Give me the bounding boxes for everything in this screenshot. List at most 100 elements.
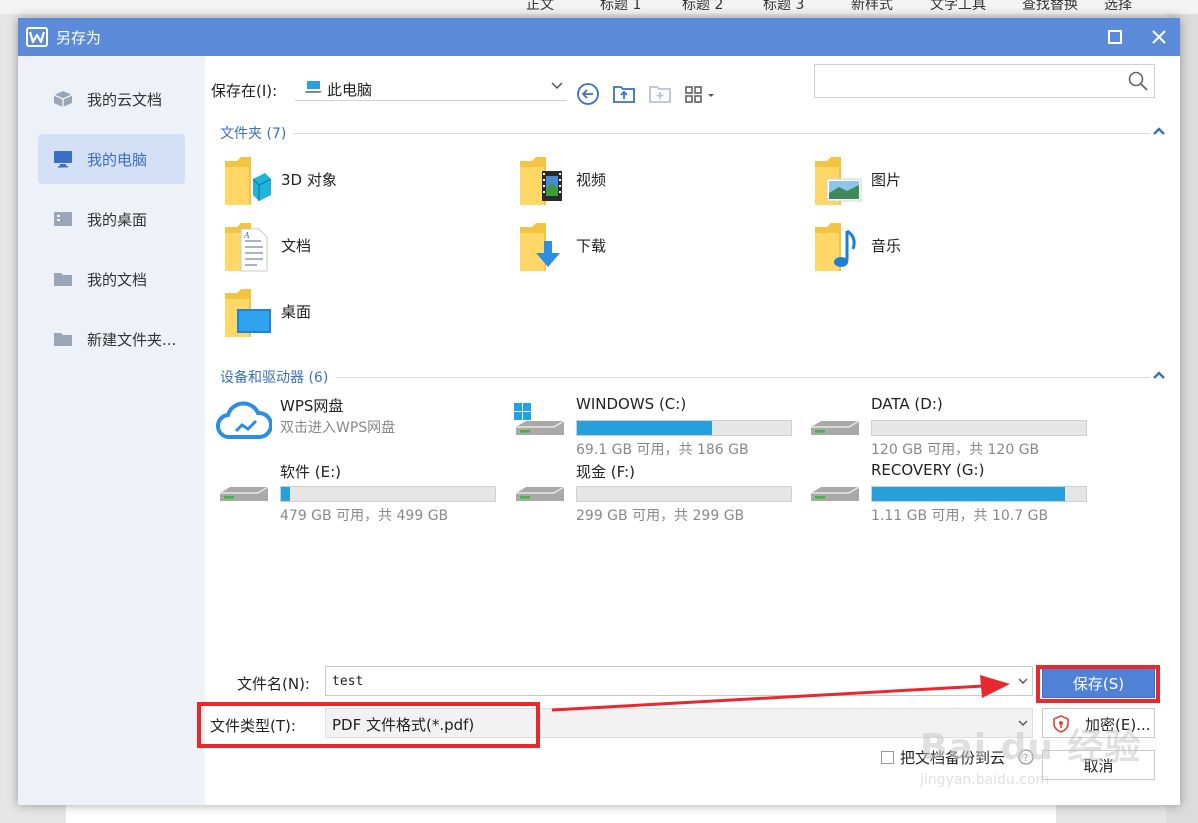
- drives-section-header[interactable]: 设备和驱动器 (6): [220, 367, 1165, 387]
- drive-e[interactable]: 软件 (E:) 479 GB 可用，共 499 GB: [216, 461, 506, 524]
- hard-drive-icon: [811, 420, 860, 435]
- folder-video-icon: [520, 157, 562, 205]
- style-heading-2: 标题 2: [682, 0, 724, 13]
- wps-logo-icon: [26, 27, 48, 47]
- collapse-icon[interactable]: [1152, 369, 1166, 381]
- watermark-logo-text: Bai du 经验: [920, 727, 1142, 768]
- chevron-down-icon: [551, 82, 563, 90]
- collapse-icon[interactable]: [1152, 125, 1166, 137]
- sidebar-item-label: 我的电脑: [87, 151, 148, 169]
- text-tools: 文字工具: [930, 0, 986, 13]
- folder-documents[interactable]: A 文档: [223, 219, 483, 275]
- drive-info: 120 GB 可用，共 120 GB: [871, 442, 1040, 458]
- annotation-filetype-highlight: [197, 702, 540, 748]
- folder-icon: [54, 273, 72, 286]
- folder-name: 桌面: [281, 303, 312, 321]
- new-style: 新样式: [851, 0, 893, 13]
- drive-info: 69.1 GB 可用，共 186 GB: [576, 442, 749, 458]
- sidebar-item-label: 我的云文档: [87, 91, 163, 109]
- save-in-label: 保存在(I):: [211, 82, 278, 100]
- monitor-icon: [54, 151, 72, 168]
- new-folder-icon[interactable]: [648, 82, 672, 106]
- up-folder-icon[interactable]: [612, 82, 636, 106]
- title-bar: 另存为: [18, 18, 1180, 56]
- drive-info: 479 GB 可用，共 499 GB: [280, 508, 449, 524]
- folder-name: 下载: [576, 237, 607, 255]
- cloud-backup-checkbox[interactable]: [881, 751, 894, 764]
- folder-name: 音乐: [871, 237, 902, 255]
- drive-f[interactable]: 现金 (F:) 299 GB 可用，共 299 GB: [512, 461, 802, 524]
- drives-section-title: 设备和驱动器 (6): [220, 367, 337, 387]
- select: 选择: [1104, 0, 1132, 13]
- folder-name: 图片: [871, 171, 902, 189]
- folder-download-icon: [520, 223, 560, 271]
- drive-usage-bar: [871, 486, 1087, 502]
- drive-g[interactable]: RECOVERY (G:) 1.11 GB 可用，共 10.7 GB: [807, 461, 1097, 524]
- save-in-value: 此电脑: [327, 81, 373, 99]
- folder-videos[interactable]: 视频: [518, 153, 778, 209]
- windows-drive-icon: [514, 403, 565, 435]
- drive-info: 1.11 GB 可用，共 10.7 GB: [871, 508, 1049, 524]
- drive-name: RECOVERY (G:): [871, 461, 985, 479]
- wps-cloud-icon: [216, 401, 272, 440]
- sidebar-item-label: 新建文件夹...: [87, 331, 177, 349]
- drive-usage-fill: [577, 421, 712, 435]
- sidebar-item-my-desktop[interactable]: 我的桌面: [38, 194, 185, 244]
- find-replace: 查找替换: [1022, 0, 1078, 13]
- cloud-cube-icon: [53, 91, 73, 107]
- drive-name: 现金 (F:): [576, 463, 635, 481]
- save-in-dropdown[interactable]: 此电脑: [295, 75, 567, 101]
- folder-documents-icon: A: [225, 223, 268, 272]
- folder-music-icon: [815, 223, 856, 271]
- save-as-dialog: 另存为 我的云文档 我的电脑 我的桌面 我的文档 新建文件夹... 保存在(I)…: [18, 18, 1180, 805]
- folder-3d-objects[interactable]: 3D 对象: [223, 153, 483, 209]
- search-icon[interactable]: [1128, 71, 1148, 91]
- annotation-save-highlight: [1036, 665, 1160, 703]
- folder-downloads[interactable]: 下载: [518, 219, 778, 275]
- back-icon[interactable]: [576, 82, 600, 106]
- hard-drive-icon: [811, 486, 860, 501]
- maximize-icon: [1108, 30, 1122, 44]
- divider: [220, 133, 1150, 134]
- view-grid-icon[interactable]: [684, 82, 718, 106]
- drive-usage-bar: [576, 420, 792, 436]
- filename-input[interactable]: [326, 667, 1006, 695]
- sidebar-item-new-folder[interactable]: 新建文件夹...: [38, 314, 185, 364]
- close-button[interactable]: [1144, 23, 1174, 51]
- folder-pictures[interactable]: 图片: [813, 153, 1073, 209]
- svg-text:A: A: [243, 231, 250, 240]
- maximize-button[interactable]: [1100, 23, 1130, 51]
- background-toolbar: 正文 标题 1 标题 2 标题 3 新样式 文字工具 查找替换 选择: [0, 0, 1198, 14]
- close-icon: [1152, 30, 1166, 44]
- style-body: 正文: [526, 0, 554, 13]
- hard-drive-icon: [516, 486, 565, 501]
- sidebar-item-cloud-docs[interactable]: 我的云文档: [38, 74, 185, 124]
- sidebar-item-label: 我的文档: [87, 271, 148, 289]
- drive-wps-cloud[interactable]: WPS网盘 双击进入WPS网盘: [216, 395, 506, 449]
- folder-desktop[interactable]: 桌面: [223, 285, 483, 341]
- hard-drive-icon: [220, 486, 269, 501]
- drive-name: WPS网盘: [280, 397, 344, 415]
- drive-d[interactable]: DATA (D:) 120 GB 可用，共 120 GB: [807, 395, 1097, 458]
- sidebar-item-my-computer[interactable]: 我的电脑: [38, 134, 185, 184]
- folder-3d-icon: [225, 157, 272, 205]
- folder-pictures-icon: [815, 157, 862, 205]
- this-pc-icon: [305, 81, 322, 93]
- drive-usage-bar: [871, 420, 1087, 436]
- filename-combobox[interactable]: [325, 666, 1033, 696]
- folder-name: 视频: [576, 171, 607, 189]
- sidebar: 我的云文档 我的电脑 我的桌面 我的文档 新建文件夹...: [18, 56, 205, 805]
- drive-usage-bar: [280, 486, 496, 502]
- sidebar-item-my-documents[interactable]: 我的文档: [38, 254, 185, 304]
- drive-name: 软件 (E:): [280, 463, 342, 481]
- chevron-down-icon[interactable]: [1018, 676, 1028, 686]
- drive-c[interactable]: WINDOWS (C:) 69.1 GB 可用，共 186 GB: [512, 395, 802, 458]
- desktop-icon: [54, 212, 72, 226]
- folders-section-header[interactable]: 文件夹 (7): [220, 123, 1165, 143]
- divider: [220, 377, 1150, 378]
- search-box[interactable]: [814, 64, 1155, 98]
- sidebar-item-label: 我的桌面: [87, 211, 148, 229]
- folder-music[interactable]: 音乐: [813, 219, 1073, 275]
- search-input[interactable]: [815, 65, 1115, 97]
- watermark-url: jingyan.baidu.com: [920, 772, 1050, 788]
